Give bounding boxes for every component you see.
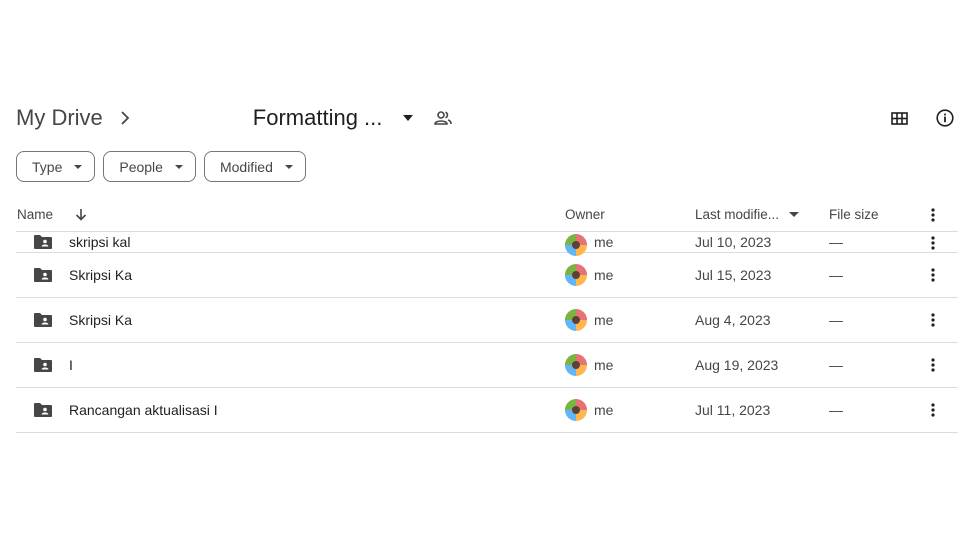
breadcrumb-current-folder[interactable]: Formatting ... [253,105,383,131]
owner-name: me [594,267,614,283]
file-size: — [829,234,843,250]
table-row[interactable]: skripsi kal me Jul 10, 2023 — [16,232,958,256]
column-header-name[interactable]: Name [17,207,53,222]
table-row[interactable]: Skripsi Ka me Aug 4, 2023 — [16,298,958,343]
column-header-owner[interactable]: Owner [565,207,605,222]
last-modified-date: Jul 15, 2023 [695,267,772,283]
more-vert-icon[interactable] [926,206,940,224]
file-size: — [829,267,843,283]
caret-down-icon[interactable] [402,112,414,124]
caret-down-icon [789,212,800,217]
file-size: — [829,402,843,418]
file-name[interactable]: I [69,357,73,373]
column-header-last-modified[interactable]: Last modifie... [695,207,800,222]
last-modified-date: Aug 19, 2023 [695,357,779,373]
caret-down-icon [74,164,83,169]
more-vert-icon[interactable] [926,266,940,284]
owner-name: me [594,312,614,328]
view-actions [888,100,956,136]
people-icon[interactable] [434,109,453,127]
type-filter-chip[interactable]: Type [16,151,96,182]
file-name[interactable]: skripsi kal [69,234,130,250]
last-modified-date: Aug 4, 2023 [695,312,771,328]
table-header: Name Owner Last modifie... File size [16,198,958,232]
breadcrumb-hidden-folder[interactable] [133,108,245,128]
owner-name: me [594,234,614,250]
shared-folder-icon [33,312,53,328]
filter-chips: Type People Modified [16,151,306,182]
caret-down-icon [174,164,183,169]
avatar [565,399,587,421]
more-vert-icon[interactable] [926,234,940,252]
info-icon[interactable] [934,107,956,129]
column-header-last-modified-label: Last modifie... [695,207,780,222]
avatar [565,309,587,331]
avatar [565,264,587,286]
grid-view-icon[interactable] [888,107,910,129]
owner-name: me [594,357,614,373]
last-modified-date: Jul 10, 2023 [695,234,772,250]
file-name[interactable]: Skripsi Ka [69,267,132,283]
file-table: Name Owner Last modifie... File size skr… [16,198,958,433]
file-name[interactable]: Rancangan aktualisasi I [69,402,218,418]
file-size: — [829,312,843,328]
breadcrumb: My Drive Formatting ... [16,100,956,136]
shared-folder-icon [33,357,53,373]
breadcrumb-my-drive[interactable]: My Drive [16,105,103,131]
shared-folder-icon [33,267,53,283]
type-filter-label: Type [32,158,63,175]
more-vert-icon[interactable] [926,311,940,329]
last-modified-date: Jul 11, 2023 [695,402,771,418]
column-header-file-size[interactable]: File size [829,207,879,222]
owner-name: me [594,402,614,418]
avatar [565,354,587,376]
more-vert-icon[interactable] [926,356,940,374]
people-filter-label: People [119,158,163,175]
modified-filter-chip[interactable]: Modified [203,151,306,182]
shared-folder-icon [33,234,53,250]
table-row[interactable]: Skripsi Ka me Jul 15, 2023 — [16,253,958,298]
table-body: skripsi kal me Jul 10, 2023 — Skripsi Ka… [16,232,958,433]
table-row[interactable]: Rancangan aktualisasi I me Jul 11, 2023 … [16,388,958,433]
table-row[interactable]: I me Aug 19, 2023 — [16,343,958,388]
arrow-down-icon[interactable] [74,208,88,222]
shared-folder-icon [33,402,53,418]
file-size: — [829,357,843,373]
chevron-right-icon [117,110,133,126]
caret-down-icon [284,164,293,169]
more-vert-icon[interactable] [926,401,940,419]
file-name[interactable]: Skripsi Ka [69,312,132,328]
modified-filter-label: Modified [219,158,273,175]
people-filter-chip[interactable]: People [103,151,196,182]
